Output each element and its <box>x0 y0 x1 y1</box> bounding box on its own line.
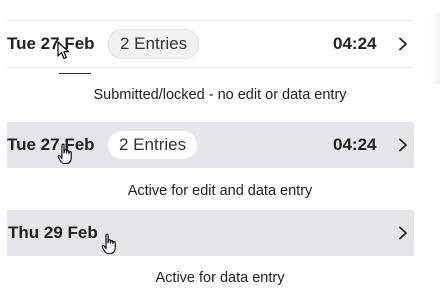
scroll-edge <box>430 14 440 84</box>
row-status-caption: Active for data entry <box>155 270 285 286</box>
hand-pointer-icon <box>57 143 72 165</box>
row-status-caption: Submitted/locked - no edit or data entry <box>93 87 347 103</box>
arrow-cursor-icon <box>57 41 70 60</box>
day-row-active[interactable]: Thu 29 Feb <box>7 210 414 256</box>
row-time: 04:24 <box>333 34 377 53</box>
row-date: Tue 27 Feb <box>7 34 95 53</box>
row-date: Tue 27 Feb <box>7 135 95 154</box>
entries-badge: 2 Entries <box>108 29 200 59</box>
row-status-caption: Active for edit and data entry <box>127 183 313 199</box>
row-time: 04:24 <box>333 135 377 154</box>
hand-pointer-icon <box>101 233 116 255</box>
chevron-right-icon[interactable] <box>397 138 409 152</box>
chevron-right-icon[interactable] <box>397 37 409 51</box>
entries-badge: 2 Entries <box>108 131 198 159</box>
chevron-right-icon[interactable] <box>397 226 409 240</box>
row-date: Thu 29 Feb <box>8 223 98 242</box>
underline-mark <box>59 73 91 74</box>
